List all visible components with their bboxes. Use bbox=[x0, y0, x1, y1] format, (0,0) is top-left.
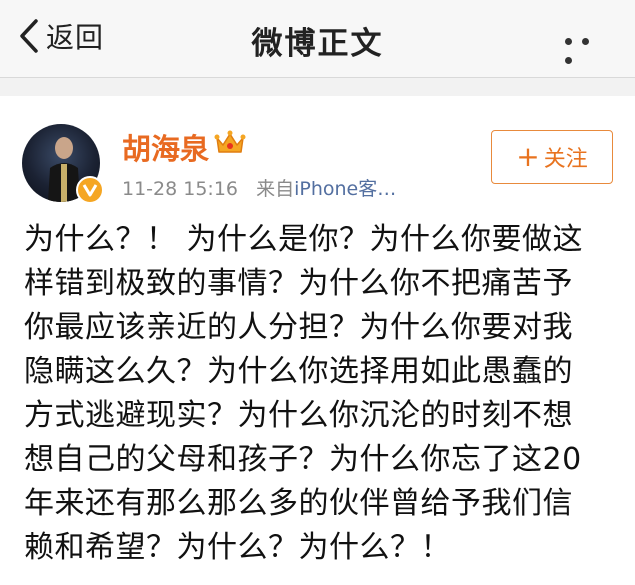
post-card: 胡海泉 11-28 15:16 来自iPhone客… + 关注 为什么？！ 为什… bbox=[0, 96, 635, 585]
post-text-line: 赖和希望？为什么？为什么？！ bbox=[24, 530, 451, 565]
crown-icon[interactable] bbox=[214, 130, 246, 156]
author-name[interactable]: 胡海泉 bbox=[122, 126, 209, 168]
follow-label: 关注 bbox=[543, 147, 588, 172]
post-text-line: 样错到极致的事情？为什么你不把痛苦予 bbox=[24, 266, 573, 301]
post-time: 11-28 15:16 bbox=[122, 178, 239, 200]
source-prefix: 来自 bbox=[256, 178, 295, 200]
post-body: 为什么？！ 为什么是你？为什么你要做这 样错到极致的事情？为什么你不把痛苦予 你… bbox=[24, 218, 614, 570]
follow-button[interactable]: + 关注 bbox=[491, 130, 613, 184]
post-text-line: 想自己的父母和孩子？为什么你忘了这20 bbox=[24, 442, 582, 477]
page-title: 微博正文 bbox=[251, 26, 384, 62]
navigation-bar: 返回 微博正文 bbox=[0, 0, 635, 78]
post-meta: 11-28 15:16 来自iPhone客… bbox=[122, 174, 396, 201]
section-gap bbox=[0, 78, 635, 96]
post-text-line: 隐瞒这么久？为什么你选择用如此愚蠢的 bbox=[24, 354, 573, 389]
post-source: 来自iPhone客… bbox=[256, 178, 396, 200]
post-text-line: 方式逃避现实？为什么你沉沦的时刻不想 bbox=[24, 398, 573, 433]
source-link[interactable]: iPhone客… bbox=[294, 178, 396, 200]
more-dots-icon[interactable] bbox=[565, 30, 613, 64]
verified-v-icon bbox=[76, 176, 104, 204]
post-text-line: 年来还有那么那么多的伙伴曾给予我们信 bbox=[24, 486, 573, 521]
post-text-line: 为什么？！ 为什么是你？为什么你要做这 bbox=[24, 222, 584, 257]
post-text-line: 你最应该亲近的人分担？为什么你要对我 bbox=[24, 310, 573, 345]
plus-icon: + bbox=[516, 140, 540, 173]
